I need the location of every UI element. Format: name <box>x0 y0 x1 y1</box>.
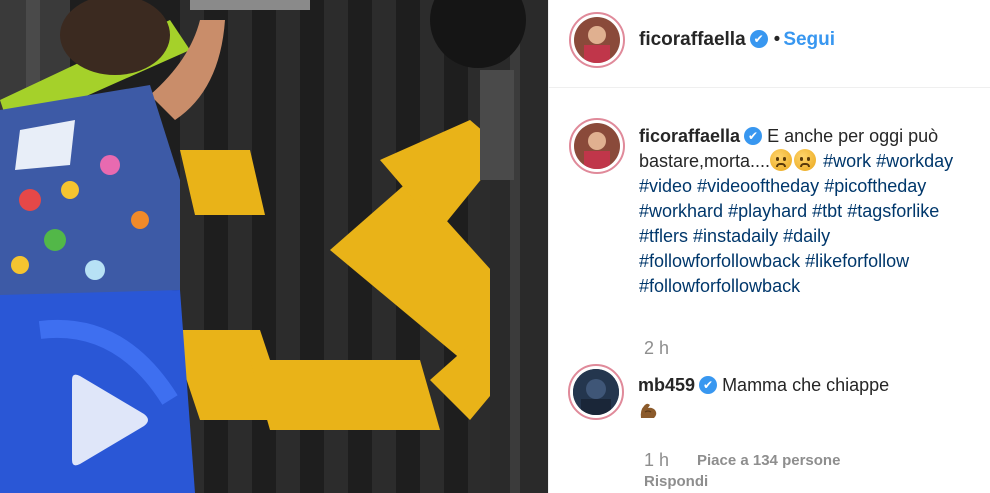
author-username[interactable]: ficoraffaella <box>639 29 746 50</box>
separator-dot: • <box>773 29 781 50</box>
hashtag-link[interactable]: #tagsforlike <box>847 201 939 221</box>
post-video[interactable] <box>0 0 548 493</box>
hashtag-link[interactable]: #workday <box>876 151 953 171</box>
hashtag-link[interactable]: #likeforfollow <box>805 251 909 271</box>
caption-username[interactable]: ficoraffaella <box>639 126 740 146</box>
play-icon[interactable] <box>62 370 152 470</box>
author-avatar-image <box>574 17 620 63</box>
hashtag-link[interactable]: #instadaily <box>693 226 778 246</box>
hashtag-link[interactable]: #work <box>823 151 871 171</box>
comment-likes-count[interactable]: Piace a 134 persone <box>697 452 840 469</box>
post-header: ficoraffaella ✔ • Segui <box>549 0 990 88</box>
caption-avatar-image <box>574 123 620 169</box>
commenter-avatar-image <box>573 369 619 415</box>
hashtag-link[interactable]: #workhard <box>639 201 723 221</box>
commenter-avatar[interactable] <box>568 364 624 420</box>
header-line: ficoraffaella ✔ • Segui <box>639 29 835 51</box>
sad-face-emoji-icon <box>794 149 817 171</box>
hashtag-link[interactable]: #followforfollowback <box>639 276 800 296</box>
caption-avatar[interactable] <box>569 118 625 174</box>
commenter-username[interactable]: mb459 <box>638 375 695 395</box>
author-avatar[interactable] <box>569 12 625 68</box>
hashtag-link[interactable]: #picoftheday <box>824 176 926 196</box>
verified-badge-icon: ✔ <box>744 127 763 145</box>
hashtag-link[interactable]: #video <box>639 176 692 196</box>
caption-timestamp[interactable]: 2 h <box>644 338 669 359</box>
verified-badge-icon: ✔ <box>699 376 718 394</box>
hashtag-link[interactable]: #daily <box>783 226 830 246</box>
comment-body: Mamma che chiappe <box>722 375 890 395</box>
reply-button[interactable]: Rispondi <box>644 473 708 490</box>
comment-timestamp[interactable]: 1 h <box>644 450 669 471</box>
follow-button[interactable]: Segui <box>783 29 835 50</box>
hashtag-link[interactable]: #tbt <box>812 201 842 221</box>
caption-text: ficoraffaella ✔ E anche per oggi può bast… <box>639 124 979 299</box>
verified-badge-icon: ✔ <box>749 30 768 48</box>
comment-text: mb459 ✔ Mamma che chiappe <box>638 372 978 424</box>
hashtag-link[interactable]: #followforfollowback <box>639 251 800 271</box>
sad-face-emoji-icon <box>770 149 793 171</box>
hashtag-link[interactable]: #videooftheday <box>697 176 819 196</box>
hashtag-link[interactable]: #tflers <box>639 226 688 246</box>
flexed-biceps-emoji-icon <box>640 403 657 418</box>
hashtag-link[interactable]: #playhard <box>728 201 807 221</box>
